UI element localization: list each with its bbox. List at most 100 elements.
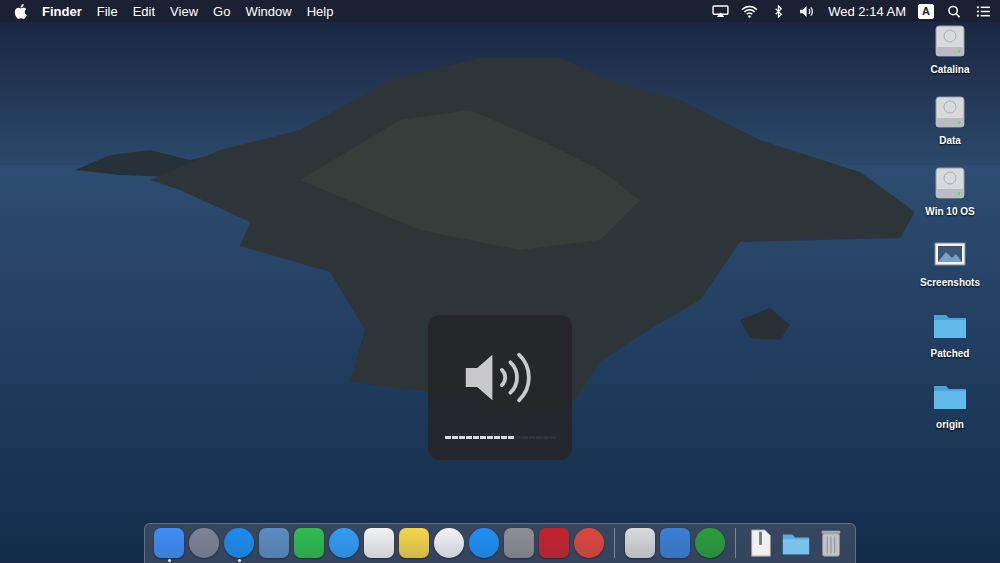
app-menu[interactable]: Finder (42, 4, 82, 19)
folder-icon (781, 528, 811, 558)
desktop-item[interactable]: Screenshots (920, 235, 980, 306)
desktop-icons: Catalina Data Win 10 OS Screenshots Patched o… (906, 22, 994, 448)
bluetooth-icon[interactable] (770, 5, 787, 18)
volume-segment (473, 436, 479, 439)
desktop-item-label: Patched (931, 348, 970, 359)
drive-icon (932, 165, 968, 201)
volume-segment (515, 436, 521, 439)
app-icon (539, 528, 569, 558)
dock-item[interactable] (538, 528, 570, 562)
volume-segment (487, 436, 493, 439)
volume-segment (459, 436, 465, 439)
volume-level-bar (445, 436, 556, 439)
app-icon (434, 528, 464, 558)
volume-segment (466, 436, 472, 439)
dock-item[interactable] (398, 528, 430, 562)
wallpaper (0, 0, 1000, 563)
desktop-item[interactable]: origin (932, 377, 968, 448)
dock-item[interactable] (433, 528, 465, 562)
desktop-item[interactable]: Win 10 OS (925, 164, 974, 235)
volume-segment (543, 436, 549, 439)
app-icon (625, 528, 655, 558)
dock-item[interactable] (223, 528, 255, 562)
volume-icon[interactable] (799, 5, 816, 18)
dock-item[interactable] (780, 528, 812, 562)
dock-item[interactable] (624, 528, 656, 562)
dock-item[interactable] (573, 528, 605, 562)
running-indicator (343, 559, 346, 562)
drive-icon (932, 23, 968, 59)
running-indicator (830, 559, 833, 562)
desktop-item[interactable]: Data (932, 93, 968, 164)
clock[interactable]: Wed 2:14 AM (828, 4, 906, 19)
app-icon (329, 528, 359, 558)
volume-segment (452, 436, 458, 439)
search-icon[interactable] (946, 5, 963, 18)
running-indicator (760, 559, 763, 562)
desktop-item-label: Data (939, 135, 961, 146)
running-indicator (273, 559, 276, 562)
running-indicator (448, 559, 451, 562)
volume-segment (445, 436, 451, 439)
menu-item[interactable]: View (170, 4, 198, 19)
volume-segment (536, 436, 542, 439)
trash-icon (816, 528, 846, 558)
display-icon[interactable] (712, 5, 729, 18)
wifi-icon[interactable] (741, 5, 758, 18)
desktop-item[interactable]: Catalina (931, 22, 970, 93)
desktop-item-label: Win 10 OS (925, 206, 974, 217)
dock-item[interactable] (745, 528, 777, 562)
dock-item[interactable] (293, 528, 325, 562)
volume-segment (522, 436, 528, 439)
desktop-item-label: Screenshots (920, 277, 980, 288)
running-indicator (709, 559, 712, 562)
menu-item[interactable]: File (97, 4, 118, 19)
dock-item[interactable] (363, 528, 395, 562)
dock-item[interactable] (659, 528, 691, 562)
desktop-item[interactable]: Patched (931, 306, 970, 377)
dock-separator (614, 528, 615, 558)
running-indicator (238, 559, 241, 562)
app-icon (695, 528, 725, 558)
input-source[interactable]: A (918, 4, 934, 19)
volume-segment (501, 436, 507, 439)
dock-item[interactable] (468, 528, 500, 562)
dock-item[interactable] (153, 528, 185, 562)
app-icon (399, 528, 429, 558)
app-icon (154, 528, 184, 558)
menu-item[interactable]: Edit (133, 4, 155, 19)
app-icon (189, 528, 219, 558)
running-indicator (168, 559, 171, 562)
running-indicator (674, 559, 677, 562)
menu-bar: Finder File Edit View Go Window Help Wed 2:14 A… (0, 0, 1000, 22)
screenshots-icon (932, 236, 968, 272)
folder-icon (932, 378, 968, 414)
dock-item[interactable] (503, 528, 535, 562)
app-icon (259, 528, 289, 558)
dock-item[interactable] (188, 528, 220, 562)
volume-segment (508, 436, 514, 439)
volume-hud (428, 315, 572, 460)
dock-item[interactable] (328, 528, 360, 562)
dock-item[interactable] (694, 528, 726, 562)
running-indicator (639, 559, 642, 562)
menu-item[interactable]: Go (213, 4, 230, 19)
app-icon (294, 528, 324, 558)
menu-item[interactable]: Help (307, 4, 334, 19)
app-icon (504, 528, 534, 558)
running-indicator (588, 559, 591, 562)
dock-item[interactable] (258, 528, 290, 562)
running-indicator (203, 559, 206, 562)
menu-item[interactable]: Window (245, 4, 291, 19)
dock-item[interactable] (815, 528, 847, 562)
notification-center-icon[interactable] (975, 5, 992, 18)
apple-icon[interactable] (14, 4, 27, 19)
app-icon (364, 528, 394, 558)
desktop-item-label: origin (936, 419, 964, 430)
app-icon (469, 528, 499, 558)
drive-icon (932, 94, 968, 130)
running-indicator (413, 559, 416, 562)
running-indicator (308, 559, 311, 562)
dock (144, 523, 856, 563)
app-icon (224, 528, 254, 558)
